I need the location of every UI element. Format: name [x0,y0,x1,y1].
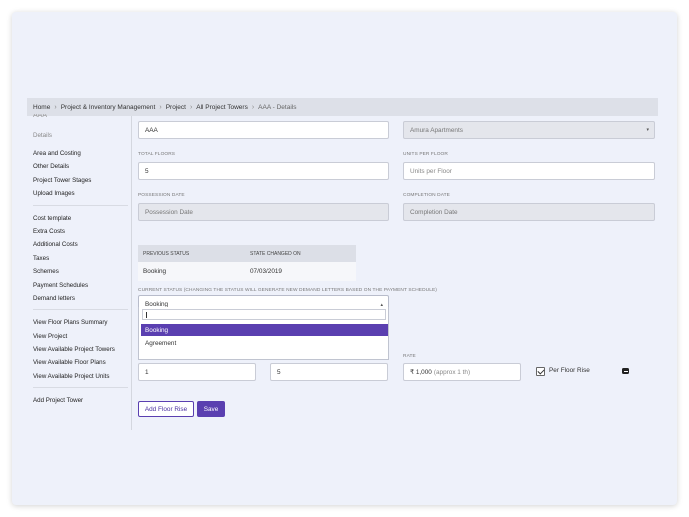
dropdown-option-agreement[interactable]: Agreement [141,337,388,349]
completion-date-field[interactable]: Completion Date [403,203,655,221]
per-floor-rise-checkbox[interactable] [536,367,545,376]
possession-date-field[interactable]: Possession Date [138,203,389,221]
current-status-label: CURRENT STATUS (CHANGING THE STATUS WILL… [138,288,437,293]
breadcrumb-project-inventory[interactable]: Project & Inventory Management [61,104,156,111]
sidebar-item-floor-plans-summary[interactable]: View Floor Plans Summary [33,316,128,329]
rate-hint: (approx 1 th) [433,368,471,376]
rate-label: RATE [403,354,416,359]
dropdown-search-input[interactable] [142,309,386,320]
sidebar-item-schemes[interactable]: Schemes [33,265,128,278]
sidebar-divider [33,309,128,311]
chevron-right-icon: › [54,103,57,111]
column-state-changed-on: STATE CHANGED ON [250,250,301,257]
breadcrumb-current: AAA - Details [258,103,297,111]
per-floor-rise-label: Per Floor Rise [549,367,590,374]
cell-previous-status: Booking [143,268,167,275]
remove-floor-rise-icon[interactable] [622,368,629,374]
cell-state-changed-on: 07/03/2019 [250,268,282,275]
sidebar-divider [33,387,128,389]
sidebar: Details Area and Costing Other Details P… [33,124,128,408]
table-header: PREVIOUS STATUS STATE CHANGED ON [138,245,356,262]
dropdown-option-booking[interactable]: Booking [141,324,388,336]
possession-date-label: POSSESSION DATE [138,193,185,198]
sidebar-divider [33,204,128,206]
completion-date-label: COMPLETION DATE [403,193,450,198]
chevron-right-icon: › [159,103,162,111]
tower-name-field[interactable]: AAA [138,121,389,139]
sidebar-item-view-project[interactable]: View Project [33,330,128,343]
sidebar-separator [131,116,132,430]
floor-rise-to-field[interactable]: 5 [270,363,388,381]
chevron-right-icon: › [189,103,193,111]
sidebar-item-demand-letters[interactable]: Demand letters [33,292,128,305]
sidebar-item-tower-stages[interactable]: Project Tower Stages [33,174,128,187]
sidebar-item-extra-costs[interactable]: Extra Costs [33,225,128,238]
total-floors-field[interactable]: 5 [138,162,389,180]
sidebar-item-other-details[interactable]: Other Details [33,160,128,173]
column-previous-status: PREVIOUS STATUS [143,250,190,257]
units-per-floor-field[interactable]: Units per Floor [403,162,655,180]
sidebar-item-additional-costs[interactable]: Additional Costs [33,238,128,251]
page-title: AAA [33,114,48,119]
save-button[interactable]: Save [197,401,225,417]
rate-value: ₹ 1,000 [410,369,432,376]
chevron-right-icon: › [251,103,255,111]
units-per-floor-label: UNITS PER FLOOR [403,152,448,157]
sidebar-heading: Details [33,132,52,139]
content-area: AAA Details Area and Costing Other Detai… [27,114,658,430]
project-select[interactable]: Amura Apartments ▾ [403,121,655,139]
text-cursor [146,312,147,318]
status-dropdown: Booking Agreement [138,307,389,360]
sidebar-item-available-units[interactable]: View Available Project Units [33,370,128,383]
tower-details-form: AAA Amura Apartments ▾ TOTAL FLOORS 5 UN… [138,116,658,422]
sidebar-item-taxes[interactable]: Taxes [33,252,128,265]
breadcrumb-home[interactable]: Home [33,104,50,111]
floor-rise-from-field[interactable]: 1 [138,363,256,381]
sidebar-item-upload-images[interactable]: Upload Images [33,187,128,200]
total-floors-label: TOTAL FLOORS [138,152,176,157]
project-select-value: Amura Apartments [410,126,463,134]
app-window: Home › Project & Inventory Management › … [12,12,677,505]
add-floor-rise-button[interactable]: Add Floor Rise [138,401,194,417]
breadcrumb-project[interactable]: Project [166,104,186,111]
sidebar-item-area-costing[interactable]: Area and Costing [33,147,128,160]
breadcrumb-all-towers[interactable]: All Project Towers [196,104,248,111]
sidebar-item-available-floor-plans[interactable]: View Available Floor Plans [33,356,128,369]
sidebar-item-add-project-tower[interactable]: Add Project Tower [33,394,128,407]
status-history-table: PREVIOUS STATUS STATE CHANGED ON Booking… [138,245,356,281]
breadcrumb: Home › Project & Inventory Management › … [27,98,658,116]
sidebar-item-cost-template[interactable]: Cost template [33,212,128,225]
sidebar-item-available-towers[interactable]: View Available Project Towers [33,343,128,356]
caret-down-icon: ▾ [646,127,649,133]
table-row: Booking 07/03/2019 [138,262,356,281]
rate-field[interactable]: ₹ 1,000 (approx 1 th) [403,363,521,381]
sidebar-item-payment-schedules[interactable]: Payment Schedules [33,279,128,292]
